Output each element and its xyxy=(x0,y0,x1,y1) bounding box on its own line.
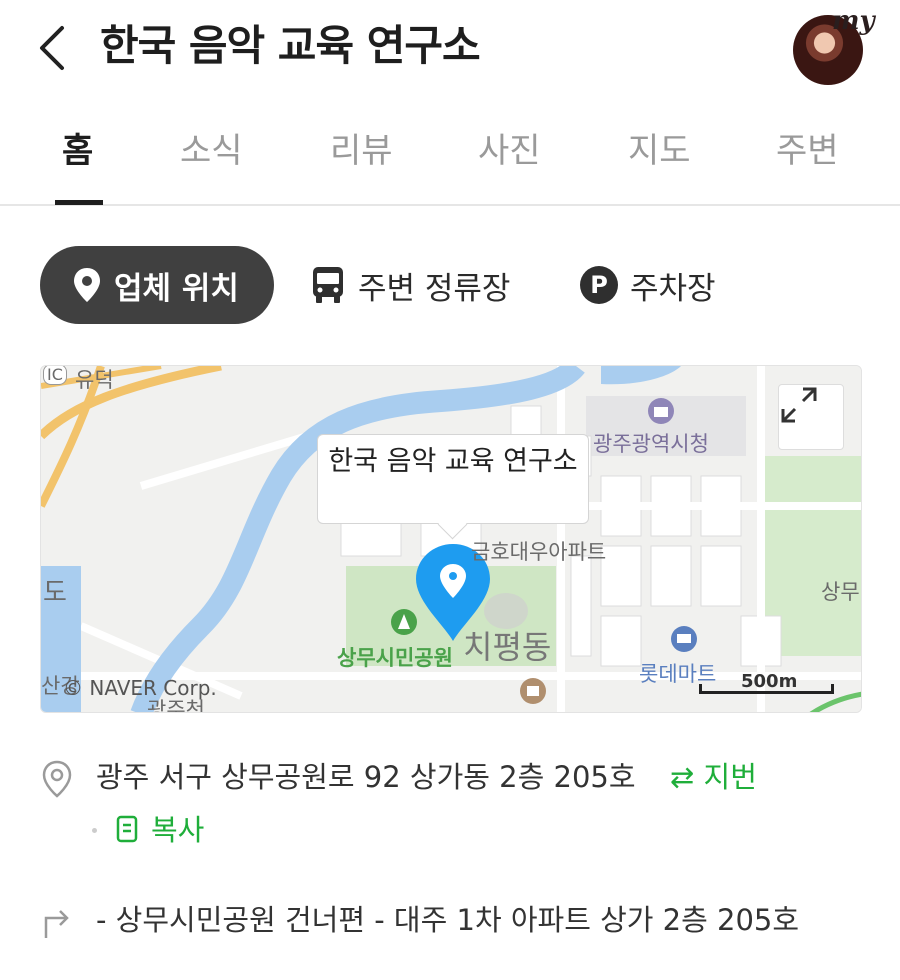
chevron-left-icon xyxy=(40,26,64,70)
tab-reviews[interactable]: 리뷰 xyxy=(330,126,393,186)
address-text: 광주 서구 상무공원로 92 상가동 2층 205호 xyxy=(96,760,636,794)
copy-address-button[interactable]: 복사 xyxy=(92,808,204,852)
tab-photos[interactable]: 사진 xyxy=(478,126,541,186)
location-outline-icon xyxy=(42,760,72,798)
turn-arrow-icon xyxy=(44,910,69,938)
map-scale-bar xyxy=(699,684,834,694)
tab-map[interactable]: 지도 xyxy=(628,126,691,186)
map-copyright: © NAVER Corp. xyxy=(63,676,217,700)
parking-label: 주차장 xyxy=(630,270,716,307)
tab-bar: 홈 소식 리뷰 사진 지도 주변 xyxy=(0,110,900,206)
directions-text: - 상무시민공원 건너편 - 대주 1차 아파트 상가 2층 205호 xyxy=(96,903,800,937)
map-pin-icon xyxy=(72,266,102,304)
back-button[interactable] xyxy=(30,20,78,76)
page-title: 한국 음악 교육 연구소 xyxy=(100,21,481,70)
map-label-yudeok: 유덕 xyxy=(75,368,114,392)
bus-icon xyxy=(310,265,346,305)
header: 한국 음악 교육 연구소 my xyxy=(0,0,900,100)
active-tab-indicator xyxy=(55,200,103,205)
separator-dot xyxy=(92,827,97,833)
map-label-city-hall: 광주광역시청 xyxy=(593,432,709,456)
expand-icon xyxy=(781,387,817,423)
tab-nearby[interactable]: 주변 xyxy=(776,126,839,186)
map-filter-chips: 업체 위치 주변 정류장 P 주차장 xyxy=(0,246,900,326)
business-location-label: 업체 위치 xyxy=(114,270,239,307)
business-location-chip[interactable]: 업체 위치 xyxy=(40,246,274,324)
map-label-park: 상무시민공원 xyxy=(337,646,453,670)
nearby-stops-chip[interactable]: 주변 정류장 xyxy=(310,246,510,324)
map-label-apartment: 금호대우아파트 xyxy=(471,540,607,564)
tab-news[interactable]: 소식 xyxy=(180,126,243,186)
map-label-left-do: 도 xyxy=(43,578,67,608)
tab-home[interactable]: 홈 xyxy=(62,126,93,186)
jibun-toggle-button[interactable]: ⇄ 지번 xyxy=(670,755,757,799)
parking-chip[interactable]: P 주차장 xyxy=(580,246,716,324)
location-map[interactable]: IC 유덕 광주광역시청 금호대우아파트 상무시민공원 치평동 롯데마트 도 산… xyxy=(40,365,862,713)
map-expand-button[interactable] xyxy=(778,384,844,450)
map-label-ic: IC xyxy=(43,366,67,385)
avatar-my-badge: my xyxy=(832,6,875,36)
map-label-district: 치평동 xyxy=(463,628,552,666)
map-label-sangmu: 상무 xyxy=(821,580,860,604)
map-place-tooltip: 한국 음악 교육 연구소 xyxy=(317,434,589,524)
nearby-stops-label: 주변 정류장 xyxy=(358,270,511,307)
parking-icon: P xyxy=(580,266,618,304)
copy-label: 복사 xyxy=(151,813,205,847)
copy-icon xyxy=(116,815,138,843)
